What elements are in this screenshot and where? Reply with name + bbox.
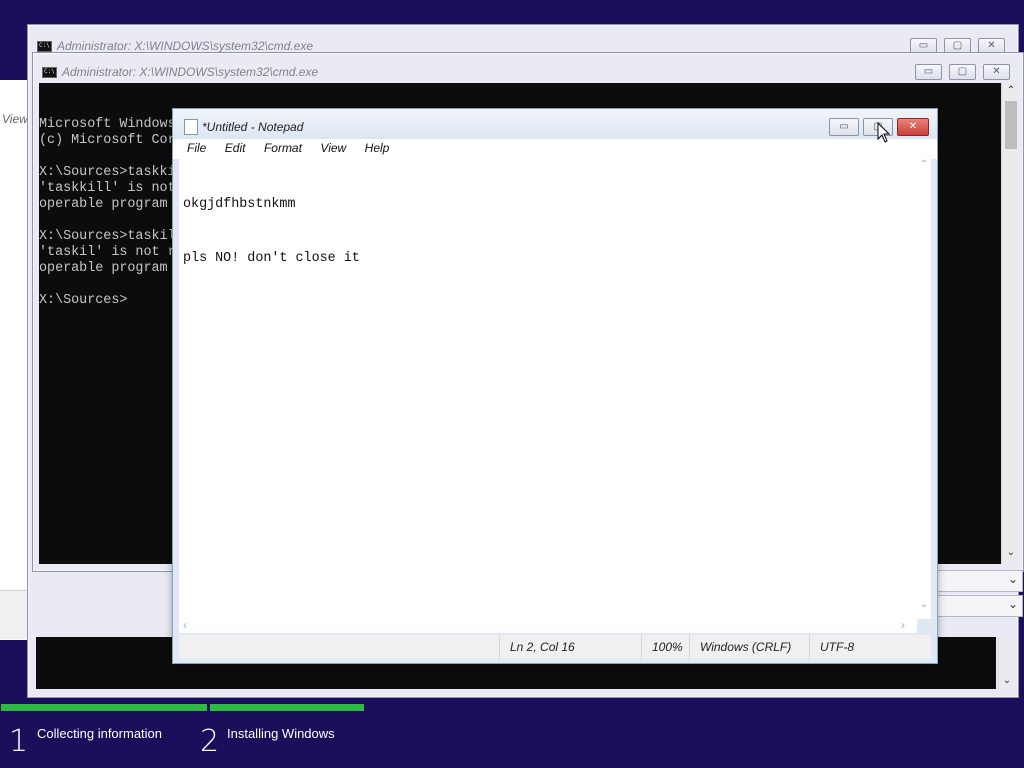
setup-step-2: 2 Installing Windows: [195, 718, 385, 768]
notepad-horizontal-scrollbar[interactable]: ‹ ›: [179, 618, 917, 633]
step-2-label: Installing Windows: [227, 726, 335, 741]
cmd-front-title: Administrator: X:\WINDOWS\system32\cmd.e…: [62, 65, 319, 79]
setup-step-1: 1 Collecting information: [0, 718, 190, 768]
notepad-status-bar: Ln 2, Col 16 100% Windows (CRLF) UTF-8: [179, 635, 931, 659]
background-window-menu-label[interactable]: View: [2, 112, 28, 126]
menu-file[interactable]: File: [187, 139, 206, 157]
scroll-up-icon[interactable]: ⌃: [917, 159, 931, 170]
notepad-title: *Untitled - Notepad: [202, 120, 304, 134]
dropdown-strip-2[interactable]: ⌄: [937, 595, 1023, 617]
close-button[interactable]: ✕: [983, 64, 1010, 80]
step-1-label: Collecting information: [37, 726, 163, 741]
status-zoom: 100%: [641, 635, 689, 659]
notepad-icon: [184, 119, 198, 135]
maximize-button[interactable]: ▢: [949, 64, 976, 80]
menu-help[interactable]: Help: [365, 139, 390, 157]
cmd-front-caption-buttons: ▭ ▢ ✕: [915, 64, 1015, 80]
menu-view[interactable]: View: [320, 139, 346, 157]
scroll-right-icon[interactable]: ›: [901, 618, 905, 632]
cmd-back-title: Administrator: X:\WINDOWS\system32\cmd.e…: [57, 39, 314, 53]
chevron-down-icon: ⌄: [1007, 597, 1018, 611]
scroll-left-icon[interactable]: ‹: [183, 618, 187, 632]
step-2-progress: [210, 704, 364, 711]
notepad-menu-bar: File Edit Format View Help: [173, 139, 937, 159]
minimize-button[interactable]: ▭: [829, 118, 859, 136]
mouse-cursor-icon: [877, 122, 891, 143]
notepad-text-area[interactable]: okgjdfhbstnkmm pls NO! don't close it: [179, 159, 917, 619]
step-2-number: 2: [200, 724, 220, 759]
close-button[interactable]: ✕: [897, 118, 929, 136]
notepad-vertical-scrollbar[interactable]: ⌃ ⌄: [917, 159, 931, 619]
scrollbar-thumb[interactable]: [1005, 101, 1017, 149]
notepad-window: *Untitled - Notepad ▭ ▢ ✕ File Edit Form…: [172, 108, 938, 664]
menu-edit[interactable]: Edit: [225, 139, 246, 157]
status-position: Ln 2, Col 16: [499, 635, 641, 659]
editor-line-1: okgjdfhbstnkmm: [183, 197, 296, 212]
scroll-down-icon[interactable]: ⌄: [1000, 675, 1014, 686]
scroll-down-icon[interactable]: ⌄: [1004, 547, 1018, 558]
editor-line-2: pls NO! don't close it: [183, 251, 360, 266]
scroll-up-icon[interactable]: ⌃: [1004, 85, 1018, 96]
minimize-button[interactable]: ▭: [915, 64, 942, 80]
status-line-ending: Windows (CRLF): [689, 635, 809, 659]
setup-progress-track: [0, 703, 1024, 712]
cmd-front-scrollbar[interactable]: ⌃ ⌄: [1001, 83, 1020, 564]
cmd-icon: [42, 67, 57, 78]
status-encoding: UTF-8: [809, 635, 931, 659]
notepad-title-bar[interactable]: *Untitled - Notepad ▭ ▢ ✕: [173, 109, 937, 139]
dropdown-strip-1[interactable]: ⌄: [937, 570, 1023, 592]
chevron-down-icon: ⌄: [1007, 572, 1018, 586]
step-1-progress: [1, 704, 207, 711]
scroll-down-icon[interactable]: ⌄: [917, 599, 931, 610]
cmd-back-scrollbar[interactable]: ⌄: [998, 637, 1015, 689]
menu-format[interactable]: Format: [264, 139, 302, 157]
step-1-number: 1: [9, 724, 29, 759]
cmd-icon: [37, 41, 52, 52]
